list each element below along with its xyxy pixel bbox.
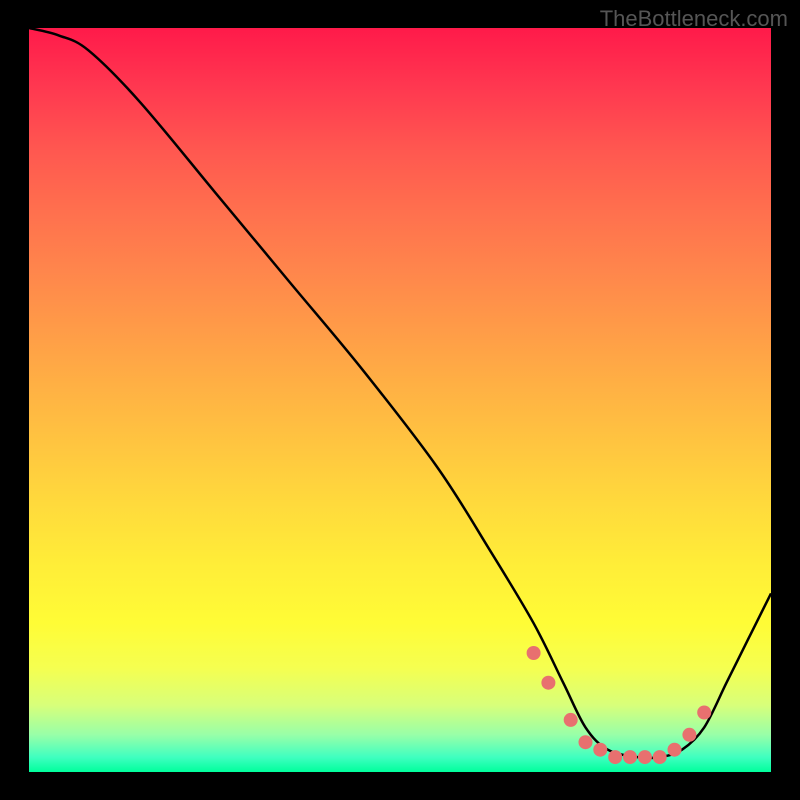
highlight-point [564, 713, 578, 727]
highlight-point [653, 750, 667, 764]
highlight-point [697, 706, 711, 720]
highlight-point [668, 743, 682, 757]
chart-container: TheBottleneck.com [0, 0, 800, 800]
plot-area [29, 28, 771, 772]
highlight-point [527, 646, 541, 660]
highlight-point [541, 676, 555, 690]
highlight-point [638, 750, 652, 764]
highlight-point [682, 728, 696, 742]
chart-svg [29, 28, 771, 772]
watermark-text: TheBottleneck.com [600, 6, 788, 32]
bottleneck-curve-line [29, 28, 771, 758]
highlight-point [593, 743, 607, 757]
highlight-point [623, 750, 637, 764]
highlight-point [579, 735, 593, 749]
highlight-point [608, 750, 622, 764]
